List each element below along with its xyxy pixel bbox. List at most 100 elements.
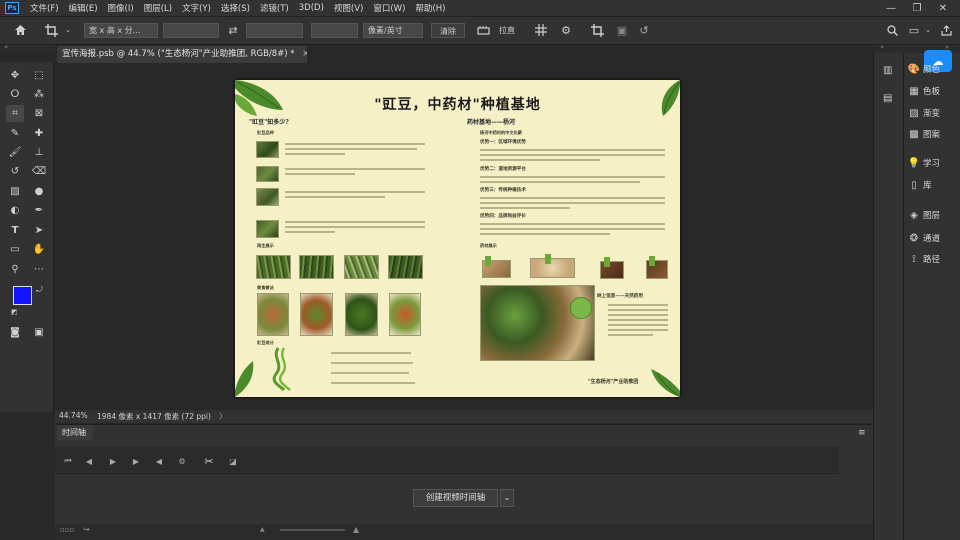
- hand-tool-icon[interactable]: ✋: [30, 241, 48, 258]
- share-icon[interactable]: [938, 22, 954, 38]
- width-input[interactable]: [163, 23, 219, 38]
- brush-tool-icon[interactable]: 🖌: [6, 144, 24, 161]
- swap-icon[interactable]: ⇄: [225, 22, 241, 38]
- zoom-in-mountain-icon[interactable]: ▲: [353, 525, 359, 534]
- menu-layer[interactable]: 图层(L): [139, 2, 177, 14]
- menu-file[interactable]: 文件(F): [25, 2, 64, 14]
- swap-colors-icon[interactable]: ⤾: [36, 285, 43, 295]
- lasso-tool-icon[interactable]: ⵔ: [6, 86, 24, 103]
- dock-item-layers[interactable]: ◈ 图层: [905, 206, 960, 224]
- menu-window[interactable]: 窗口(W): [368, 2, 410, 14]
- document-tab[interactable]: 宣传海报.psb @ 44.7% ("生态杨河"产业助推团, RGB/8#) *…: [57, 46, 307, 63]
- history-brush-tool-icon[interactable]: ↺: [6, 163, 24, 180]
- search-icon[interactable]: [884, 22, 900, 38]
- crop-tool-active-icon[interactable]: ⌗: [6, 105, 24, 122]
- dock-item-channels[interactable]: ❂ 通道: [905, 229, 960, 247]
- screen-mode-icon[interactable]: ▣: [30, 324, 48, 341]
- overlay-grid-icon[interactable]: [533, 22, 549, 38]
- play-icon[interactable]: ▶: [106, 454, 120, 468]
- dock-item-color[interactable]: 🎨 颜色: [905, 60, 960, 78]
- dock-item-patterns[interactable]: ▩ 图案: [905, 125, 960, 143]
- pen-tool-icon[interactable]: ✒: [30, 202, 48, 219]
- marquee-tool-icon[interactable]: ⬚: [30, 67, 48, 84]
- convert-icon[interactable]: ↪: [83, 525, 90, 534]
- previous-frame-icon[interactable]: ◀: [82, 454, 96, 468]
- chevron-down-icon[interactable]: ⌄: [500, 489, 514, 507]
- more-tools-icon[interactable]: ⋯: [30, 261, 48, 278]
- home-icon[interactable]: [12, 22, 28, 38]
- delete-cropped-pixels-icon[interactable]: [589, 22, 605, 38]
- crop-tool-icon[interactable]: [43, 22, 59, 38]
- quick-mask-icon[interactable]: ◙: [6, 324, 24, 341]
- crop-preset-dropdown-icon[interactable]: ⌄: [60, 22, 76, 38]
- close-tab-icon[interactable]: ×: [302, 49, 307, 59]
- resolution-input[interactable]: [311, 23, 358, 38]
- healing-brush-tool-icon[interactable]: ✚: [30, 125, 48, 142]
- height-input[interactable]: [246, 23, 303, 38]
- restore-icon[interactable]: ❐: [904, 0, 930, 17]
- menu-edit[interactable]: 编辑(E): [64, 2, 103, 14]
- history-panel-icon[interactable]: ▥: [883, 65, 892, 76]
- properties-panel-icon[interactable]: ▤: [883, 93, 892, 104]
- dock-item-paths[interactable]: ⟟ 路径: [905, 250, 960, 268]
- menu-image[interactable]: 图像(I): [103, 2, 139, 14]
- timeline-zoom-slider[interactable]: [280, 529, 345, 531]
- reset-crop-icon[interactable]: ↺: [636, 22, 652, 38]
- ratio-dropdown[interactable]: 宽 x 高 x 分...: [84, 23, 158, 38]
- dodge-tool-icon[interactable]: ◐: [6, 202, 24, 219]
- menu-type[interactable]: 文字(Y): [177, 2, 216, 14]
- menu-select[interactable]: 选择(S): [216, 2, 255, 14]
- collapse-mini-icon[interactable]: »: [880, 43, 884, 51]
- dock-item-gradients[interactable]: ▧ 渐变: [905, 104, 960, 122]
- collapse-left-icon[interactable]: «: [4, 43, 8, 51]
- timeline-tab[interactable]: 时间轴: [57, 425, 93, 440]
- zoom-level[interactable]: 44.74%: [59, 411, 88, 420]
- dock-item-libraries[interactable]: ▯ 库: [905, 176, 960, 194]
- clone-stamp-tool-icon[interactable]: ⊥: [30, 144, 48, 161]
- next-frame-icon[interactable]: ▶: [129, 454, 143, 468]
- path-selection-tool-icon[interactable]: ➤: [30, 222, 48, 239]
- go-to-first-frame-icon[interactable]: ⏮: [61, 454, 75, 468]
- status-more-icon[interactable]: 〉: [219, 411, 227, 422]
- menu-filter[interactable]: 滤镜(T): [255, 2, 294, 14]
- foreground-color-swatch[interactable]: [13, 286, 32, 305]
- blur-tool-icon[interactable]: ●: [30, 183, 48, 200]
- zoom-out-mountain-icon[interactable]: ▲: [260, 526, 265, 533]
- type-tool-icon[interactable]: T: [6, 222, 24, 239]
- rectangle-tool-icon[interactable]: ▭: [6, 241, 24, 258]
- dock-item-swatches[interactable]: ▦ 色板: [905, 82, 960, 100]
- content-aware-icon[interactable]: ▣: [614, 22, 630, 38]
- transition-icon[interactable]: ◪: [226, 454, 240, 468]
- gradient-tool-icon[interactable]: ▧: [6, 183, 24, 200]
- workspace-dropdown-icon[interactable]: ⌄: [920, 22, 936, 38]
- straighten-icon[interactable]: [475, 22, 491, 38]
- frames-icon[interactable]: ▫▫▫: [60, 526, 74, 534]
- dock-item-learn[interactable]: 💡 学习: [905, 154, 960, 172]
- menu-view[interactable]: 视图(V): [329, 2, 368, 14]
- poster-canvas[interactable]: "豇豆，中药材"种植基地 "豇豆"知多少? 豇豆品种 再生展示 美食做法 豇豆成…: [235, 80, 680, 397]
- layers-icon: ◈: [910, 209, 918, 221]
- zoom-tool-icon[interactable]: ⚲: [6, 261, 24, 278]
- tools-panel: ✥ ⬚ ⵔ ⁂ ⌗ ⊠ ✎ ✚ 🖌 ⊥ ↺ ⌫ ▧ ● ◐ ✒ T ➤ ▭ ✋ …: [0, 62, 54, 412]
- clear-button[interactable]: 清除: [431, 23, 465, 38]
- units-dropdown[interactable]: 像素/英寸: [363, 23, 423, 38]
- straighten-button[interactable]: 拉直: [494, 23, 520, 38]
- timeline-settings-icon[interactable]: ⚙: [175, 454, 189, 468]
- close-icon[interactable]: ✕: [930, 0, 956, 17]
- create-video-timeline-button[interactable]: 创建视频时间轴: [413, 489, 498, 507]
- minimize-icon[interactable]: —: [878, 0, 904, 17]
- eraser-tool-icon[interactable]: ⌫: [30, 163, 48, 180]
- menu-help[interactable]: 帮助(H): [410, 2, 450, 14]
- settings-gear-icon[interactable]: ⚙: [558, 22, 574, 38]
- eyedropper-tool-icon[interactable]: ✎: [6, 125, 24, 142]
- split-scissors-icon[interactable]: ✂: [202, 454, 216, 468]
- menu-3d[interactable]: 3D(D): [294, 3, 329, 13]
- magic-wand-tool-icon[interactable]: ⁂: [30, 86, 48, 103]
- frame-tool-icon[interactable]: ⊠: [30, 105, 48, 122]
- panel-menu-icon[interactable]: ≡: [858, 428, 866, 438]
- herb-tag-icon: [604, 257, 610, 267]
- move-tool-icon[interactable]: ✥: [6, 67, 24, 84]
- audio-icon[interactable]: ◀: [152, 454, 166, 468]
- text-line: [480, 202, 665, 204]
- default-colors-icon[interactable]: ◩: [11, 308, 18, 316]
